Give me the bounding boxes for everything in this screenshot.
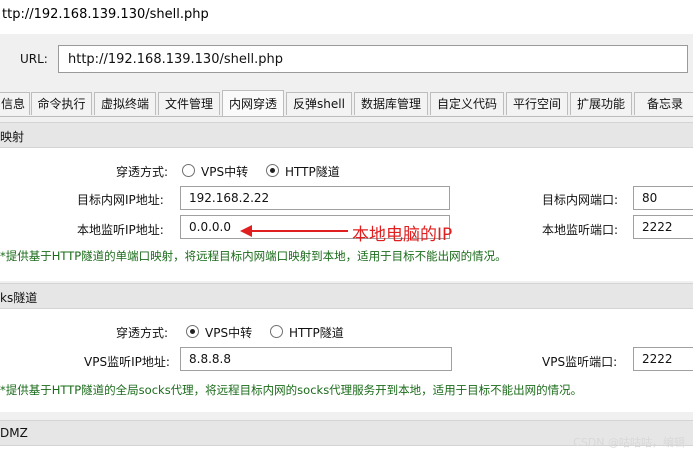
pm-local-ip-value: 0.0.0.0 <box>189 220 231 234</box>
tab-virtual-terminal[interactable]: 虚拟终端 <box>94 92 156 115</box>
socks-radio-http-label[interactable]: HTTP隧道 <box>289 324 344 341</box>
socks-vps-port-input[interactable]: 2222 <box>633 347 693 371</box>
pm-target-port-input[interactable]: 80 <box>633 186 693 210</box>
url-input[interactable]: http://192.168.139.130/shell.php <box>58 45 688 73</box>
url-bar: URL: http://192.168.139.130/shell.php <box>0 34 693 88</box>
socks-title: ks隧道 <box>0 291 38 305</box>
pm-radio-http-label[interactable]: HTTP隧道 <box>285 163 340 180</box>
tab-command-exec[interactable]: 命令执行 <box>31 92 92 115</box>
window-title: ttp://192.168.139.130/shell.php <box>2 7 209 22</box>
pm-radio-http[interactable] <box>266 164 279 177</box>
socks-vps-ip-input[interactable]: 8.8.8.8 <box>180 347 452 371</box>
socks-vps-port-value: 2222 <box>642 352 673 366</box>
annotation-arrow-icon <box>240 225 348 237</box>
port-mapping-panel: 穿透方式: VPS中转 HTTP隧道 目标内网IP地址: 192.168.2.2… <box>0 148 693 281</box>
pm-local-ip-label: 本地监听IP地址: <box>77 223 164 237</box>
socks-vps-port-label: VPS监听端口: <box>542 355 618 369</box>
socks-radio-vps[interactable] <box>186 325 199 338</box>
title-bar: ttp://192.168.139.130/shell.php <box>0 0 693 34</box>
tab-file-manager[interactable]: 文件管理 <box>158 92 220 115</box>
pm-target-port-label: 目标内网端口: <box>542 193 619 207</box>
pm-hint: *提供基于HTTP隧道的单端口映射，将远程目标内网端口映射到本地，适用于目标不能… <box>0 249 507 263</box>
annotation-text: 本地电脑的IP <box>352 225 453 245</box>
socks-vps-ip-label: VPS监听IP地址: <box>84 355 170 369</box>
pm-local-port-label: 本地监听端口: <box>542 223 619 237</box>
pm-local-port-value: 2222 <box>642 220 673 234</box>
pm-target-ip-label: 目标内网IP地址: <box>77 193 164 207</box>
tab-divider <box>0 116 693 117</box>
tab-memo[interactable]: 备忘录 <box>634 92 693 115</box>
watermark: CSDN @咕咕咕，编辑 <box>573 436 685 449</box>
dmz-title: DMZ <box>0 426 28 440</box>
tab-info[interactable]: 信息 <box>0 92 30 115</box>
tab-reverse-shell[interactable]: 反弹shell <box>286 92 352 115</box>
url-label: URL: <box>20 52 48 66</box>
socks-header: ks隧道 <box>0 283 693 309</box>
tab-database-manager[interactable]: 数据库管理 <box>354 92 428 115</box>
tab-custom-code[interactable]: 自定义代码 <box>430 92 504 115</box>
tab-strip: 信息 命令执行 虚拟终端 文件管理 内网穿透 反弹shell 数据库管理 自定义… <box>0 90 693 117</box>
url-value: http://192.168.139.130/shell.php <box>68 52 283 67</box>
pm-target-ip-input[interactable]: 192.168.2.22 <box>180 186 450 210</box>
socks-hint: *提供基于HTTP隧道的全局socks代理，将远程目标内网的socks代理服务开… <box>0 383 583 397</box>
tab-parallel-space[interactable]: 平行空间 <box>506 92 568 115</box>
pm-radio-vps[interactable] <box>182 164 195 177</box>
pm-radio-vps-label[interactable]: VPS中转 <box>201 163 248 180</box>
socks-panel: 穿透方式: VPS中转 HTTP隧道 VPS监听IP地址: 8.8.8.8 VP… <box>0 309 693 412</box>
port-mapping-title: 映射 <box>0 130 25 144</box>
tab-intranet-penetration[interactable]: 内网穿透 <box>222 90 284 117</box>
pm-target-port-value: 80 <box>642 191 658 205</box>
pm-mode-label: 穿透方式: <box>116 165 169 179</box>
socks-radio-http[interactable] <box>270 325 283 338</box>
socks-radio-vps-label[interactable]: VPS中转 <box>205 324 252 341</box>
tab-extensions[interactable]: 扩展功能 <box>570 92 632 115</box>
socks-mode-label: 穿透方式: <box>116 326 169 340</box>
pm-target-ip-value: 192.168.2.22 <box>189 191 270 205</box>
pm-local-port-input[interactable]: 2222 <box>633 215 693 239</box>
socks-vps-ip-value: 8.8.8.8 <box>189 352 231 366</box>
port-mapping-header: 映射 <box>0 122 693 148</box>
